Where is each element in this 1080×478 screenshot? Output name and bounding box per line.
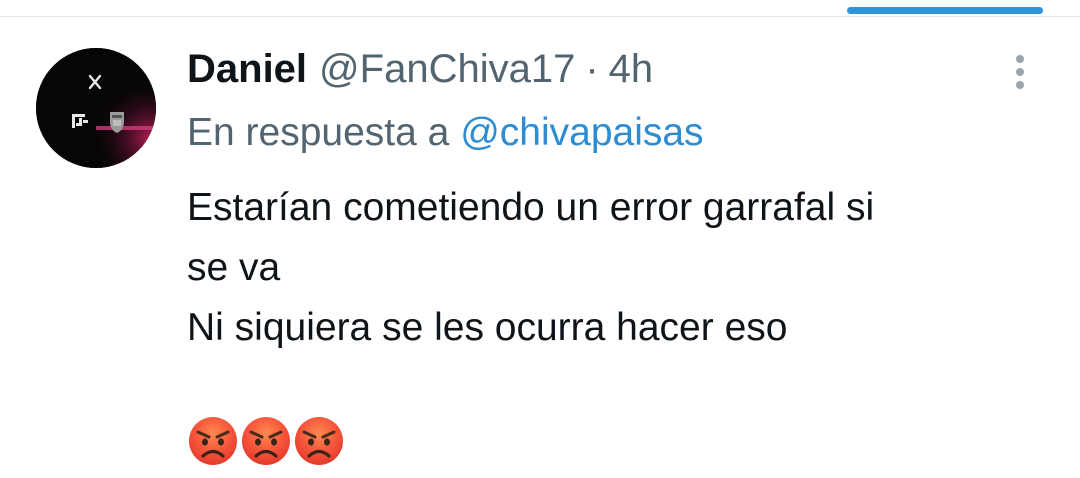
display-name[interactable]: Daniel — [187, 44, 307, 94]
reply-mention-link[interactable]: @chivapaisas — [460, 111, 703, 154]
angry-face-icon — [295, 417, 343, 465]
tweet-text-line: Ni siquiera se les ocurra hacer eso — [187, 306, 788, 349]
angry-face-icon — [242, 417, 290, 465]
top-divider — [0, 16, 1080, 17]
tweet-text: Estarían cometiendo un error garrafal si… — [187, 178, 1047, 358]
reply-prefix: En respuesta a — [187, 111, 450, 154]
scroll-indicator[interactable] — [847, 7, 1043, 14]
avatar[interactable] — [36, 48, 156, 168]
separator-dot: · — [585, 47, 599, 91]
emoji-row — [187, 415, 345, 467]
tweet-text-line: se va — [187, 246, 281, 289]
tweet-text-line: Estarían cometiendo un error garrafal si — [187, 186, 875, 229]
tweet-header: Daniel @FanChiva17 · 4h — [187, 44, 653, 94]
reply-context: En respuesta a @chivapaisas — [187, 108, 704, 158]
user-handle[interactable]: @FanChiva17 — [319, 44, 575, 94]
timestamp[interactable]: 4h — [609, 44, 654, 94]
angry-face-icon — [189, 417, 237, 465]
more-vertical-icon[interactable] — [1004, 50, 1036, 94]
